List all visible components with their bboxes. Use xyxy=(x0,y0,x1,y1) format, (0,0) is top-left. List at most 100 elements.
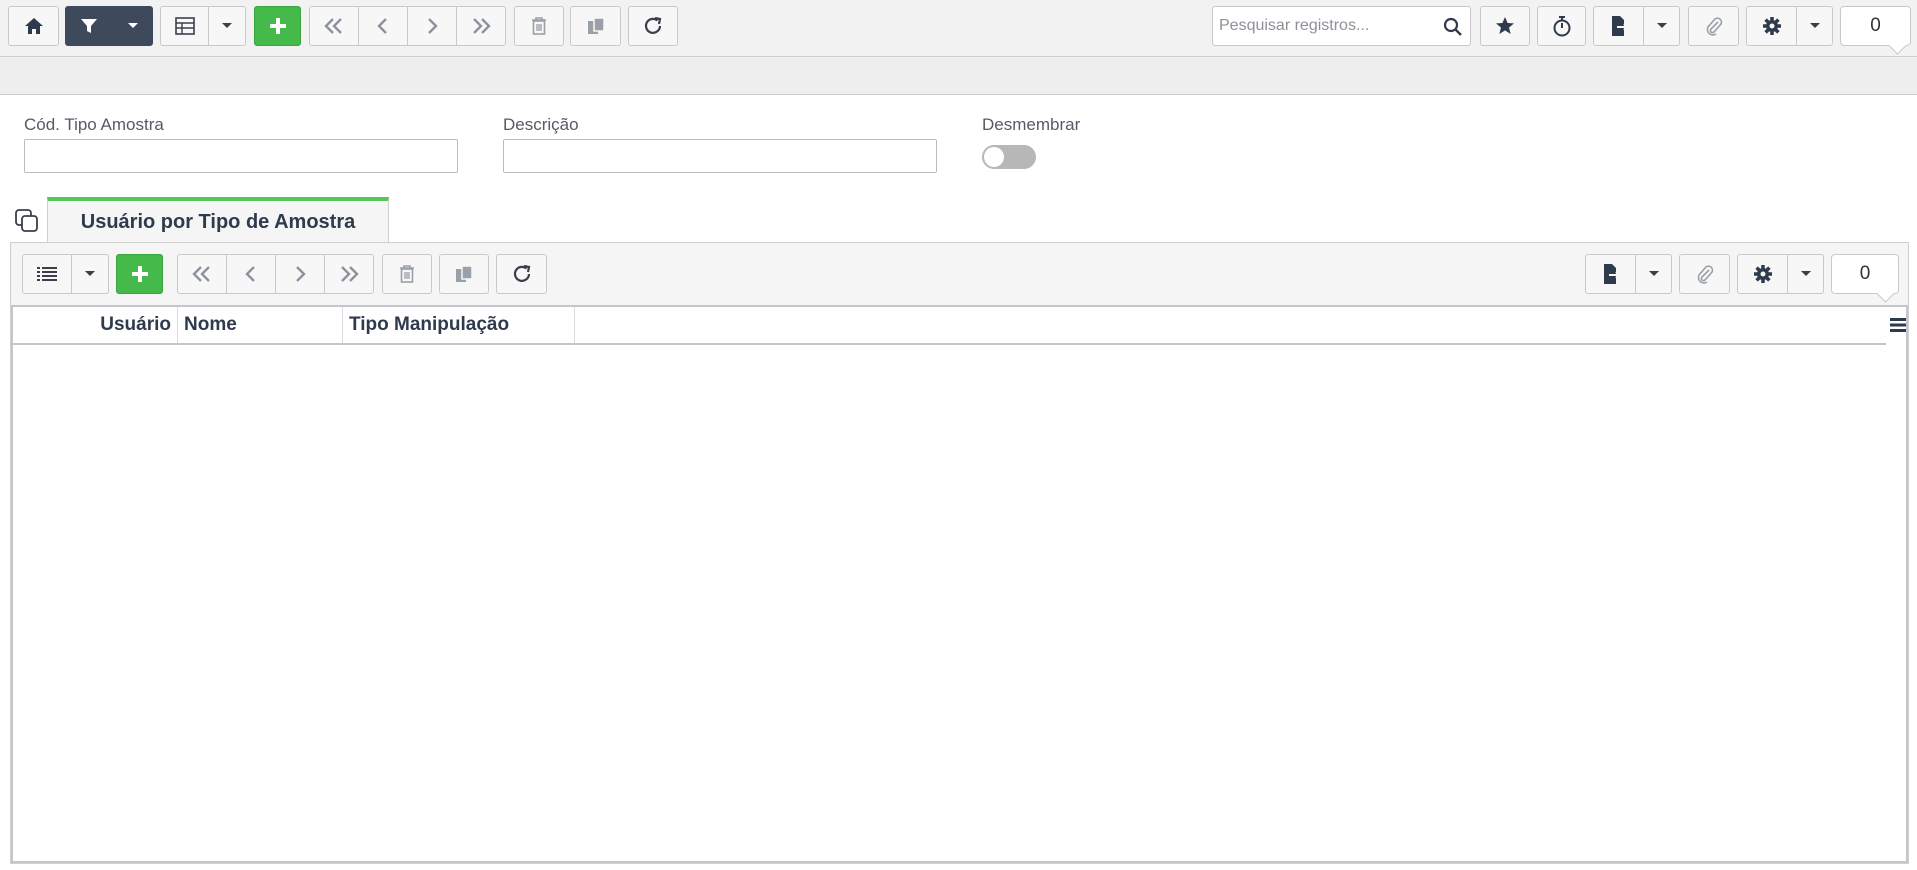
home-icon xyxy=(24,18,43,34)
timer-button[interactable] xyxy=(1537,6,1586,46)
settings-button[interactable] xyxy=(1746,6,1797,46)
prev-record-icon xyxy=(245,266,255,282)
last-record-icon xyxy=(341,266,359,282)
first-record-button[interactable] xyxy=(309,6,359,46)
refresh-icon xyxy=(513,264,530,282)
search-box xyxy=(1212,6,1471,46)
grid-first-button[interactable] xyxy=(177,254,227,294)
trash-icon xyxy=(400,265,414,283)
status-bar xyxy=(0,57,1917,95)
column-menu-icon[interactable] xyxy=(1889,317,1907,333)
prev-record-button[interactable] xyxy=(358,6,408,46)
column-header-usuario[interactable]: Usuário xyxy=(13,307,178,343)
grid-last-button[interactable] xyxy=(324,254,374,294)
view-group xyxy=(160,6,246,46)
grid-delete-button[interactable] xyxy=(382,254,432,294)
search-input[interactable] xyxy=(1213,7,1438,45)
duplicate-window-icon[interactable] xyxy=(14,208,40,234)
data-grid: Usuário Nome Tipo Manipulação xyxy=(11,305,1908,863)
list-view-button[interactable] xyxy=(22,254,72,294)
grid-header: Usuário Nome Tipo Manipulação xyxy=(13,307,1886,345)
main-toolbar: 0 xyxy=(0,0,1917,57)
gear-icon xyxy=(1753,265,1772,283)
chevron-down-icon xyxy=(127,23,138,28)
desmembrar-toggle[interactable] xyxy=(982,145,1036,169)
prev-record-icon xyxy=(377,18,387,34)
table-icon xyxy=(174,17,195,35)
grid-record-counter: 0 xyxy=(1831,254,1899,294)
refresh-button[interactable] xyxy=(628,6,678,46)
star-icon xyxy=(1496,17,1514,34)
tab-panel: 0 Usuário Nome Tipo Manipulação xyxy=(10,242,1909,864)
chevron-down-icon xyxy=(85,271,95,276)
first-record-icon xyxy=(324,18,342,34)
chevron-down-icon xyxy=(1809,23,1820,28)
last-record-button[interactable] xyxy=(456,6,506,46)
copy-icon xyxy=(587,17,605,34)
grid-attachments-button[interactable] xyxy=(1679,254,1730,294)
add-record-button[interactable] xyxy=(254,6,301,46)
next-record-icon xyxy=(428,18,438,34)
record-counter: 0 xyxy=(1840,6,1911,46)
grid-export-group xyxy=(1585,254,1672,294)
descricao-input[interactable] xyxy=(503,139,937,173)
grid-prev-button[interactable] xyxy=(226,254,276,294)
export-icon xyxy=(1611,16,1628,36)
next-record-icon xyxy=(296,266,306,282)
export-icon xyxy=(1603,264,1620,284)
home-button[interactable] xyxy=(8,6,59,46)
attach-icon xyxy=(1706,17,1722,36)
export-dropdown-button[interactable] xyxy=(1643,6,1680,46)
tab-usuario-por-tipo-amostra[interactable]: Usuário por Tipo de Amostra xyxy=(47,197,389,243)
grid-refresh-button[interactable] xyxy=(496,254,547,294)
grid-view-button[interactable] xyxy=(160,6,209,46)
descricao-label: Descrição xyxy=(503,115,579,134)
grid-navigation-group xyxy=(177,254,374,294)
settings-group xyxy=(1746,6,1833,46)
grid-settings-group xyxy=(1737,254,1824,294)
cod-tipo-amostra-label: Cód. Tipo Amostra xyxy=(24,115,164,134)
toggle-knob xyxy=(984,147,1004,167)
list-view-dropdown-button[interactable] xyxy=(71,254,109,294)
filter-button[interactable] xyxy=(65,6,113,46)
timer-icon xyxy=(1553,16,1570,37)
attach-icon xyxy=(1697,265,1713,284)
grid-settings-button[interactable] xyxy=(1737,254,1788,294)
copy-button[interactable] xyxy=(570,6,621,46)
next-record-button[interactable] xyxy=(407,6,457,46)
view-dropdown-button[interactable] xyxy=(208,6,246,46)
column-header-tipo-manipulacao[interactable]: Tipo Manipulação xyxy=(343,307,575,343)
grid-export-dropdown-button[interactable] xyxy=(1635,254,1672,294)
first-record-icon xyxy=(192,266,210,282)
cod-tipo-amostra-input[interactable] xyxy=(24,139,458,173)
settings-dropdown-button[interactable] xyxy=(1796,6,1833,46)
grid-settings-dropdown-button[interactable] xyxy=(1787,254,1824,294)
desmembrar-label: Desmembrar xyxy=(982,115,1081,134)
grid-copy-button[interactable] xyxy=(439,254,489,294)
grid-toolbar: 0 xyxy=(11,243,1908,305)
plus-icon xyxy=(131,266,148,282)
column-header-nome[interactable]: Nome xyxy=(178,307,343,343)
last-record-icon xyxy=(473,18,491,34)
export-button[interactable] xyxy=(1593,6,1644,46)
grid-view-group xyxy=(22,254,109,294)
refresh-icon xyxy=(644,16,662,34)
navigation-group xyxy=(309,6,506,46)
list-icon xyxy=(37,267,57,281)
plus-icon xyxy=(269,18,286,34)
delete-button[interactable] xyxy=(514,6,564,46)
grid-add-button[interactable] xyxy=(116,254,163,294)
gear-icon xyxy=(1762,17,1781,35)
export-group xyxy=(1593,6,1680,46)
grid-next-button[interactable] xyxy=(275,254,325,294)
attachments-button[interactable] xyxy=(1688,6,1739,46)
trash-icon xyxy=(532,17,546,35)
filter-dropdown-button[interactable] xyxy=(112,6,153,46)
chevron-down-icon xyxy=(1656,23,1667,28)
grid-export-button[interactable] xyxy=(1585,254,1636,294)
chevron-down-icon xyxy=(1648,271,1659,276)
search-icon[interactable] xyxy=(1443,17,1463,37)
chevron-down-icon xyxy=(1800,271,1811,276)
favorites-button[interactable] xyxy=(1480,6,1530,46)
copy-icon xyxy=(456,265,473,282)
